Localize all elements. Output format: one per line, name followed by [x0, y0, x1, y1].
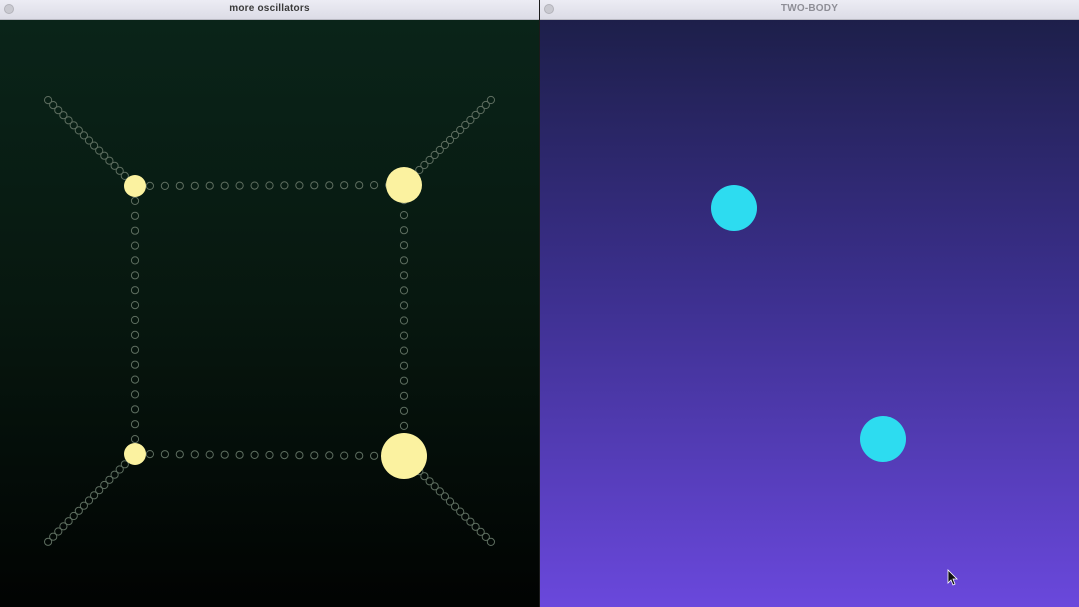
chain-link	[399, 406, 409, 415]
two-body-window[interactable]: TWO-BODY	[540, 0, 1079, 607]
arrow-cursor-icon	[947, 569, 958, 586]
chain-link	[130, 226, 140, 235]
chain-link	[340, 451, 349, 460]
chain-link	[145, 181, 154, 190]
chain-link	[399, 331, 409, 340]
chain-link	[325, 181, 334, 190]
chain-left	[130, 196, 140, 444]
chain-link	[130, 330, 140, 339]
chain-link	[130, 315, 140, 325]
chain-link	[220, 181, 229, 190]
chain-link	[130, 420, 140, 429]
chain-link	[355, 181, 364, 190]
chain-anchor-tl	[44, 96, 134, 185]
chain-right	[399, 196, 409, 445]
chain-link	[310, 451, 319, 460]
chain-link	[130, 345, 140, 354]
chain-link	[280, 181, 289, 190]
bob-bottom-right[interactable]	[381, 433, 427, 479]
chain-link	[399, 256, 409, 265]
window-title: TWO-BODY	[780, 3, 839, 14]
chain-link	[399, 346, 409, 355]
bob-top-right[interactable]	[386, 167, 422, 203]
chain-link	[130, 375, 140, 384]
chain-link	[130, 196, 140, 205]
chain-link	[190, 450, 199, 459]
chain-link	[130, 256, 140, 265]
oscillators-canvas[interactable]	[0, 20, 539, 607]
chain-link	[340, 181, 349, 190]
chain-anchor-tr	[405, 95, 495, 185]
chain-link	[399, 226, 409, 235]
chain-link	[265, 450, 274, 460]
chain-link	[130, 435, 140, 444]
chain-link	[190, 181, 199, 190]
chain-link	[399, 301, 409, 310]
two-body-scene	[711, 185, 958, 586]
chain-link	[399, 211, 409, 220]
chain-link	[399, 316, 409, 325]
chain-link	[160, 450, 169, 459]
chain-link	[295, 181, 304, 190]
chain-link	[130, 286, 140, 295]
chain-link	[399, 376, 409, 385]
two-body-titlebar[interactable]: TWO-BODY	[540, 0, 1079, 20]
chain-link	[250, 181, 259, 190]
chain-link	[205, 450, 214, 459]
chain-link	[130, 405, 140, 414]
chain-link	[130, 211, 140, 220]
chain-top	[145, 181, 394, 190]
chain-link	[175, 181, 184, 190]
chain-link	[220, 450, 229, 459]
chain-link	[399, 361, 409, 370]
chain-link	[250, 450, 259, 459]
chain-anchor-bl	[44, 455, 134, 546]
chain-link	[295, 451, 304, 460]
chain-link	[130, 390, 140, 399]
spring-chains	[44, 95, 495, 547]
chain-link	[370, 181, 379, 190]
chain-link	[325, 451, 334, 460]
body-upper[interactable]	[711, 185, 757, 231]
two-body-canvas[interactable]	[540, 20, 1079, 607]
chain-link	[310, 181, 319, 190]
oscillators-window[interactable]: more oscillators	[0, 0, 539, 607]
chain-link	[205, 181, 214, 190]
chain-link	[235, 450, 244, 459]
chain-link	[399, 421, 409, 430]
chain-link	[370, 451, 379, 460]
chain-link	[235, 181, 244, 190]
chain-link	[145, 450, 154, 459]
bob-top-left[interactable]	[124, 175, 146, 197]
oscillators-scene	[44, 95, 495, 547]
chain-link	[130, 271, 140, 280]
chain-link	[160, 181, 169, 190]
chain-link	[399, 391, 409, 400]
chain-bottom	[145, 450, 394, 460]
chain-link	[130, 241, 140, 250]
chain-link	[399, 241, 409, 250]
chain-link	[130, 360, 140, 369]
chain-link	[399, 271, 409, 280]
chain-link	[265, 181, 274, 190]
oscillators-titlebar[interactable]: more oscillators	[0, 0, 539, 20]
chain-link	[130, 301, 140, 310]
chain-link	[399, 286, 409, 295]
body-lower[interactable]	[860, 416, 906, 462]
bob-bottom-left[interactable]	[124, 443, 146, 465]
chain-link	[175, 450, 184, 459]
window-title: more oscillators	[229, 3, 310, 14]
chain-link	[280, 451, 289, 460]
chain-link	[355, 451, 364, 460]
